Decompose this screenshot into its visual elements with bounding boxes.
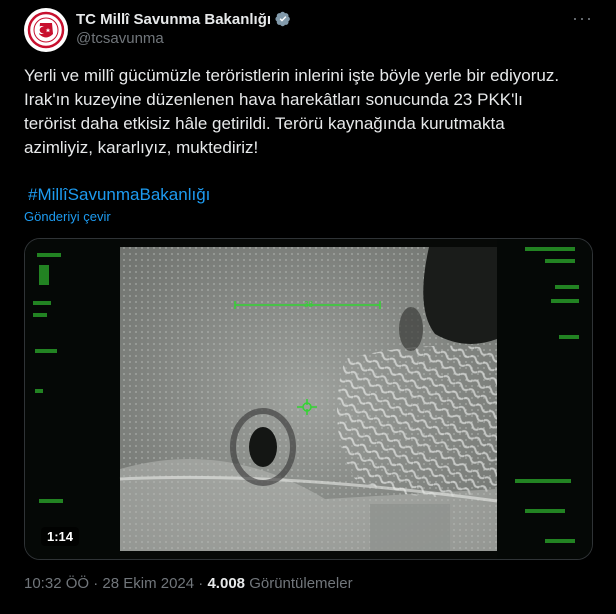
tweet-meta: 10:32 ÖÖ · 28 Ekim 2024 · 4.008 Görüntül…: [24, 575, 353, 592]
tweet-time[interactable]: 10:32 ÖÖ: [24, 575, 89, 592]
meta-separator: ·: [89, 575, 103, 592]
tweet-line: azimliyiz, kararlıyız, muktediriz!: [24, 138, 259, 157]
ministry-emblem-icon: [27, 11, 65, 49]
more-options-icon[interactable]: ···: [572, 9, 592, 27]
video-player[interactable]: 38 1:14: [24, 238, 593, 560]
meta-separator: ·: [194, 575, 208, 592]
views-label: Görüntülemeler: [249, 575, 353, 592]
video-duration-badge: 1:14: [41, 527, 80, 546]
tweet-line: Irak'ın kuzeyine düzenlenen hava harekât…: [24, 90, 523, 109]
tweet-date[interactable]: 28 Ekim 2024: [102, 575, 194, 592]
views-count: 4.008: [207, 575, 246, 592]
tweet-line: Yerli ve millî gücümüzle teröristlerin i…: [24, 66, 560, 85]
verified-badge-icon: [275, 11, 290, 27]
tweet-text: Yerli ve millî gücümüzle teröristlerin i…: [24, 64, 594, 160]
video-frame: 38: [25, 239, 592, 559]
tweet-line: terörist daha etkisiz hâle getirildi. Te…: [24, 114, 505, 133]
hud-readout: 38: [304, 300, 313, 309]
author-handle[interactable]: @tcsavunma: [76, 30, 164, 47]
author-display-name[interactable]: TC Millî Savunma Bakanlığı: [76, 11, 271, 28]
avatar[interactable]: [24, 8, 68, 52]
author-name-row[interactable]: TC Millî Savunma Bakanlığı: [76, 9, 291, 29]
hashtag-link[interactable]: #MillîSavunmaBakanlığı: [28, 183, 210, 207]
translate-post-link[interactable]: Gönderiyi çevir: [24, 209, 111, 224]
